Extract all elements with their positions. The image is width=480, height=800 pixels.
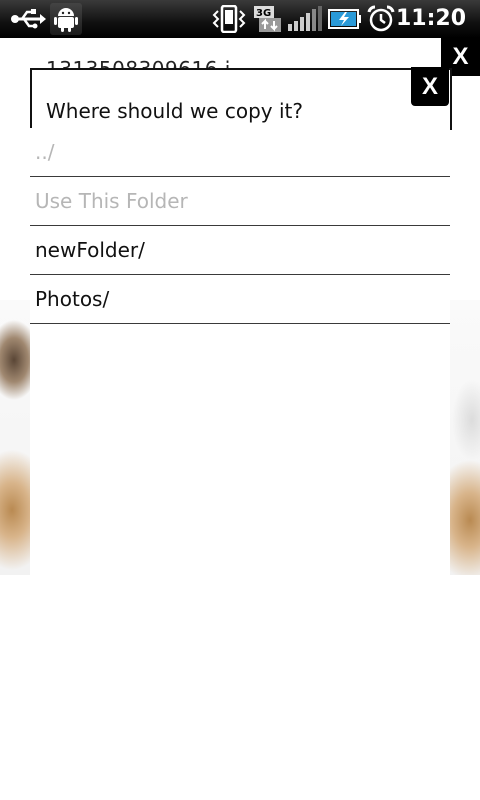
close-icon: X [421, 72, 438, 100]
status-bar: 3G 11:20 [0, 0, 480, 38]
list-item-photos[interactable]: Photos/ [30, 275, 450, 324]
android-debug-icon [50, 3, 82, 35]
list-item-use-this-folder[interactable]: Use This Folder [30, 177, 450, 226]
3g-label: 3G [256, 8, 271, 19]
folder-list: ../ Use This Folder newFolder/ Photos/ [30, 128, 450, 575]
usb-icon [8, 4, 48, 34]
clock: 11:20 [395, 6, 466, 31]
3g-data-icon: 3G [252, 4, 284, 34]
list-item-label: ../ [35, 140, 55, 164]
battery-charging-icon [328, 4, 362, 34]
close-icon: X [452, 42, 469, 70]
list-item-label: Photos/ [35, 287, 110, 311]
dialog-close-button[interactable]: X [411, 67, 449, 106]
dialog-title: Where should we copy it? [46, 99, 303, 123]
list-item-parent-folder[interactable]: ../ [30, 128, 450, 177]
list-item-newfolder[interactable]: newFolder/ [30, 226, 450, 275]
list-item-label: Use This Folder [35, 189, 188, 213]
alarm-icon [366, 4, 396, 34]
list-item-label: newFolder/ [35, 238, 145, 262]
vibrate-icon [210, 4, 248, 34]
signal-icon [287, 4, 323, 34]
